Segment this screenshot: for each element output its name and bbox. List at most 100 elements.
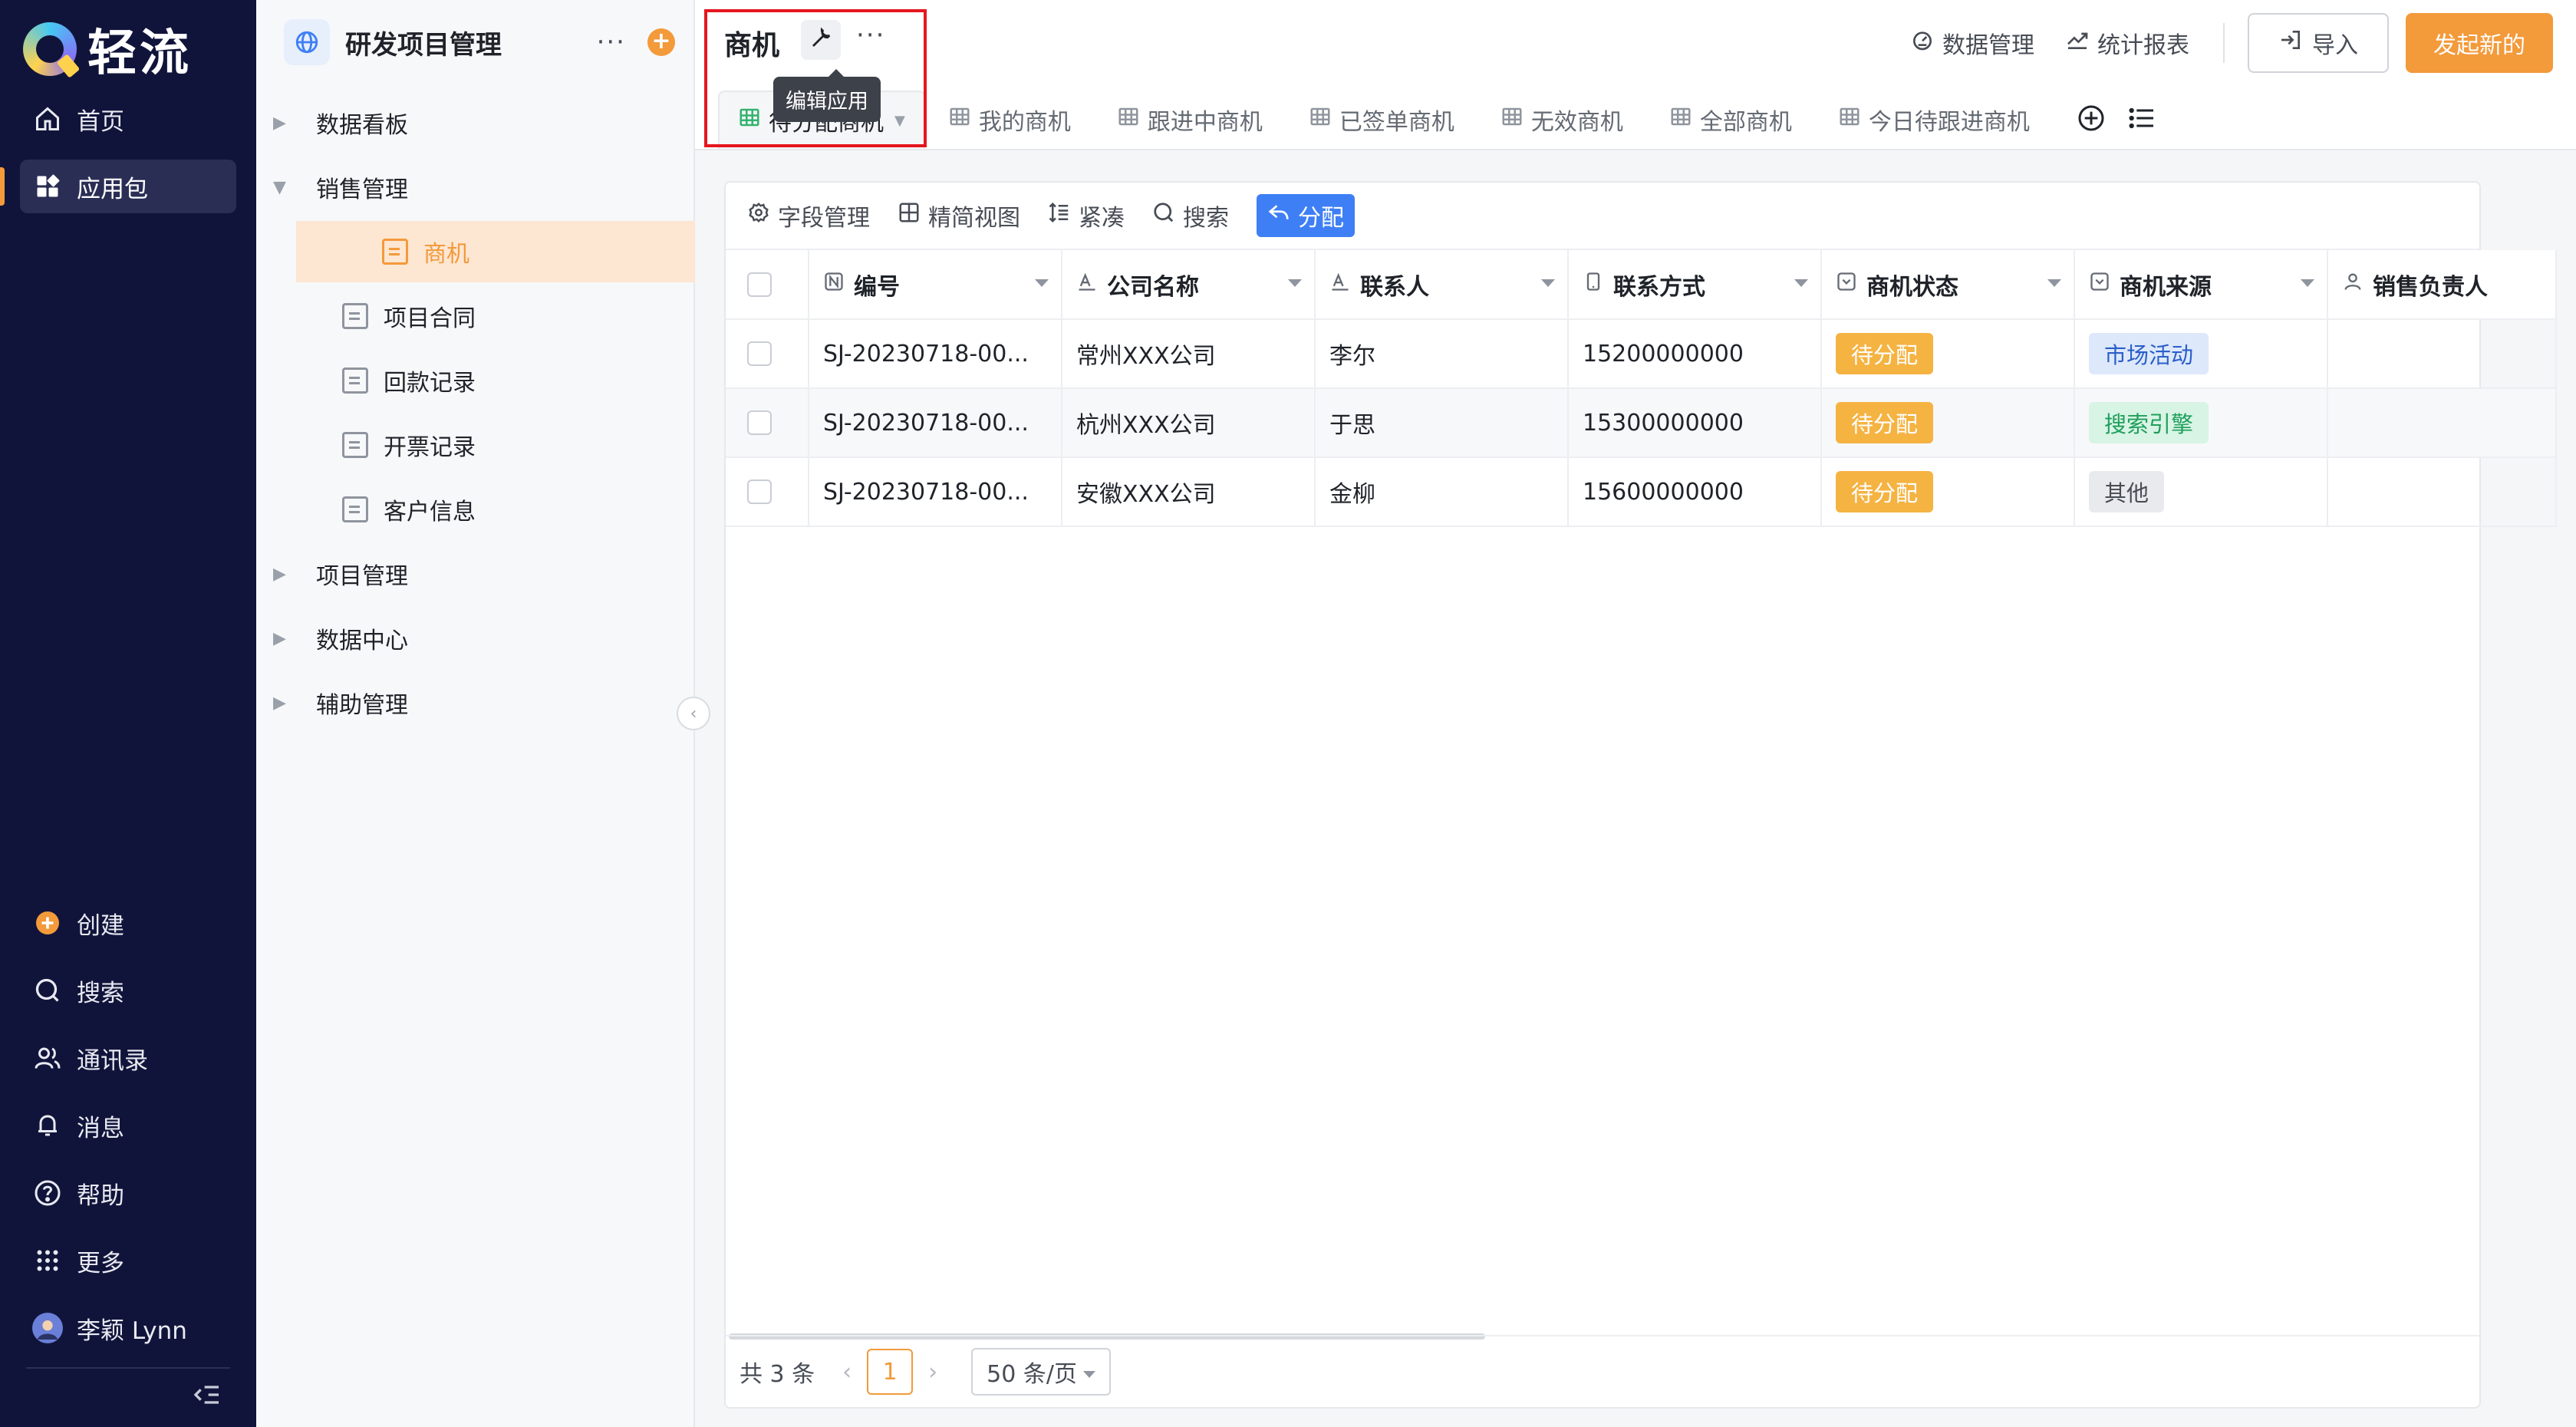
cell-id: SJ-20230718-00...	[809, 457, 1062, 527]
sidebar-item-label: 客户信息	[384, 499, 476, 526]
reports-link[interactable]: 统计报表	[2065, 26, 2189, 60]
page-size-select[interactable]: 50 条/页	[971, 1348, 1111, 1396]
sort-caret-icon[interactable]	[1541, 279, 1555, 287]
data-manage-link[interactable]: 数据管理	[1910, 26, 2034, 60]
select-field-icon	[2089, 271, 2110, 298]
sidebar-add-button[interactable]: +	[647, 28, 675, 56]
collapse-nav-icon[interactable]	[192, 1379, 222, 1410]
user-field-icon	[2342, 271, 2364, 298]
sidebar-item-label: 项目合同	[384, 305, 476, 332]
sort-caret-icon[interactable]	[1288, 279, 1302, 287]
nav-item-messages[interactable]: 消息	[20, 1099, 236, 1152]
nav-item-apps[interactable]: 应用包	[20, 160, 236, 213]
nav-item-home[interactable]: 首页	[20, 92, 236, 146]
table-view-icon	[1838, 105, 1861, 134]
gear-icon	[747, 201, 770, 230]
simple-view-button[interactable]: 精简视图	[898, 199, 1020, 232]
field-manage-label: 字段管理	[778, 205, 870, 232]
user-name: 李颖 Lynn	[77, 1317, 187, 1345]
tab-label: 我的商机	[978, 109, 1071, 136]
sidebar-item-invoice[interactable]: 开票记录	[256, 414, 655, 476]
search-icon	[32, 975, 63, 1006]
logo[interactable]: 轻流	[23, 14, 192, 84]
tab-all[interactable]: 全部商机	[1646, 91, 1815, 149]
tab-today[interactable]: 今日待跟进商机	[1815, 91, 2053, 149]
sidebar-collapse-button[interactable]: ‹	[677, 697, 710, 730]
total-count: 共 3 条	[740, 1361, 815, 1388]
cell-status: 待分配	[1821, 457, 2075, 527]
column-header-label: 商机状态	[1866, 273, 1958, 301]
sort-caret-icon[interactable]	[1794, 279, 1808, 287]
row-checkbox[interactable]	[747, 410, 772, 435]
sidebar-group-datacenter[interactable]: ▶ 数据中心	[256, 608, 655, 669]
add-view-icon[interactable]	[2076, 103, 2107, 137]
sidebar-group-aux[interactable]: ▶ 辅助管理	[256, 672, 655, 733]
field-manage-button[interactable]: 字段管理	[747, 199, 870, 232]
sidebar-group-sales[interactable]: ▼ 销售管理	[256, 157, 655, 218]
nav-item-search[interactable]: 搜索	[20, 964, 236, 1017]
sidebar-item-contract[interactable]: 项目合同	[256, 285, 655, 347]
cell-phone: 15300000000	[1568, 388, 1822, 458]
form-icon	[342, 303, 368, 329]
select-all-checkbox[interactable]	[747, 272, 772, 297]
start-new-button[interactable]: 发起新的	[2406, 13, 2553, 73]
row-height-button[interactable]: 紧凑	[1048, 199, 1125, 232]
current-page-button[interactable]: 1	[867, 1349, 914, 1395]
sort-caret-icon[interactable]	[2047, 279, 2061, 287]
sidebar-group-label: 辅助管理	[316, 692, 408, 719]
row-checkbox[interactable]	[747, 480, 772, 504]
column-header[interactable]: 商机状态	[1821, 250, 2075, 320]
column-header[interactable]: 公司名称	[1062, 250, 1316, 320]
table-view-icon	[1669, 105, 1692, 134]
row-height-icon	[1048, 201, 1071, 230]
sidebar-item-customer[interactable]: 客户信息	[256, 479, 655, 540]
sidebar-title: 研发项目管理	[345, 29, 502, 61]
row-select-cell	[726, 319, 809, 389]
row-checkbox[interactable]	[747, 341, 772, 366]
nav-item-create[interactable]: 创建	[20, 896, 236, 950]
nav-item-more[interactable]: 更多	[20, 1234, 236, 1287]
column-header[interactable]: 销售负责人	[2327, 250, 2557, 320]
sort-caret-icon[interactable]	[2301, 279, 2314, 287]
tab-signed[interactable]: 已签单商机	[1286, 91, 1477, 149]
cell-status: 待分配	[1821, 319, 2075, 389]
sidebar-more-icon[interactable]: ···	[597, 27, 626, 58]
cell-id: SJ-20230718-00...	[809, 388, 1062, 458]
table-search-button[interactable]: 搜索	[1152, 199, 1229, 232]
table-view-icon	[948, 105, 971, 134]
table-row[interactable]: SJ-20230718-00... 杭州XXX公司 于思 15300000000…	[726, 388, 2557, 458]
caret-right-icon: ▶	[273, 564, 286, 584]
nav-item-help[interactable]: 帮助	[20, 1166, 236, 1220]
row-height-label: 紧凑	[1079, 205, 1125, 232]
sidebar-item-label: 开票记录	[384, 434, 476, 461]
assign-button[interactable]: 分配	[1257, 194, 1355, 237]
sidebar-item-payment[interactable]: 回款记录	[256, 350, 655, 411]
prev-page-icon[interactable]: ‹	[842, 1359, 852, 1386]
view-list-icon[interactable]	[2126, 103, 2157, 137]
column-header-label: 联系人	[1360, 273, 1429, 301]
tab-label: 全部商机	[1699, 109, 1792, 136]
nav-user[interactable]: 李颖 Lynn	[20, 1301, 236, 1355]
nav-item-contacts[interactable]: 通讯录	[20, 1031, 236, 1085]
column-header[interactable]: 商机来源	[2074, 250, 2328, 320]
text-field-icon	[1076, 271, 1098, 298]
column-header[interactable]: 联系人	[1315, 250, 1569, 320]
column-header[interactable]: 联系方式	[1568, 250, 1822, 320]
form-icon	[342, 367, 368, 394]
nav-active-indicator	[0, 167, 5, 206]
table-row[interactable]: SJ-20230718-00... 常州XXX公司 李尔 15200000000…	[726, 319, 2557, 389]
sidebar-group-dashboard[interactable]: ▶ 数据看板	[256, 92, 655, 153]
tab-following[interactable]: 跟进中商机	[1094, 91, 1286, 149]
tab-invalid[interactable]: 无效商机	[1477, 91, 1646, 149]
column-header[interactable]: 编号	[809, 250, 1062, 320]
import-button[interactable]: 导入	[2248, 13, 2389, 73]
select-field-icon	[1836, 271, 1857, 298]
topbar: 商机 ··· 编辑应用 数据管理 统计报表 导入 发起新的 待分配商机 ▼ 我的…	[695, 0, 2576, 150]
phone-field-icon	[1583, 271, 1604, 298]
next-page-icon[interactable]: ›	[928, 1359, 937, 1386]
sidebar-group-project[interactable]: ▶ 项目管理	[256, 543, 655, 605]
select-all-cell	[726, 250, 809, 320]
tab-mine[interactable]: 我的商机	[925, 91, 1094, 149]
table-row[interactable]: SJ-20230718-00... 安徽XXX公司 金柳 15600000000…	[726, 457, 2557, 527]
sort-caret-icon[interactable]	[1035, 279, 1049, 287]
